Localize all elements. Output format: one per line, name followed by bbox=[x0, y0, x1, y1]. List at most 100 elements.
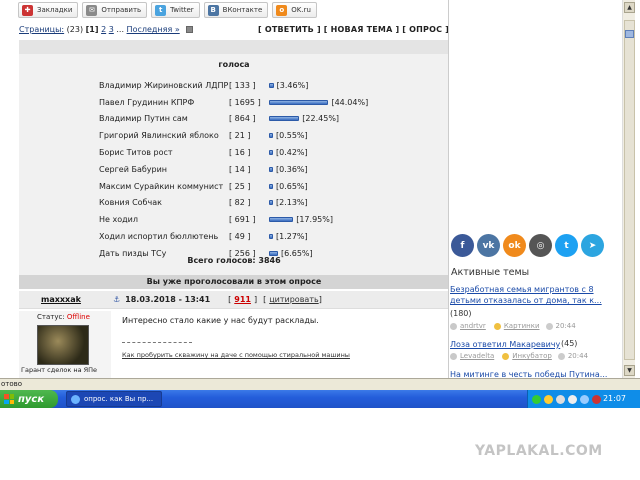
post-body: Интересно стало какие у нас будут раскла… bbox=[122, 316, 319, 325]
vertical-scrollbar[interactable]: ▲ ▼ bbox=[622, 0, 635, 378]
vk-icon[interactable]: vk bbox=[477, 234, 500, 257]
topic-author[interactable]: andrtvr bbox=[460, 322, 486, 330]
poll-option-name: Владимир Жириновский ЛДПР bbox=[99, 80, 229, 90]
browser-icon bbox=[71, 394, 80, 404]
last-page-link[interactable]: Последняя » bbox=[127, 25, 180, 34]
poll-option-count: [ 133 ] bbox=[229, 80, 256, 90]
browser-statusbar: отово bbox=[0, 378, 640, 390]
topic-link[interactable]: На митинге в честь победы Путина... bbox=[450, 369, 608, 378]
status-value: Offline bbox=[66, 313, 90, 321]
tray-volume-icon[interactable] bbox=[568, 394, 577, 404]
jump-page-icon[interactable] bbox=[186, 26, 194, 33]
poll-option-bar bbox=[269, 200, 273, 206]
topic-category[interactable]: Инкубатор bbox=[512, 352, 552, 360]
page-link-2[interactable]: 2 bbox=[101, 25, 106, 34]
sidebar: f vk ok ◎ t ➤ Активные темы Безработная семья… bbox=[449, 0, 609, 378]
windows-logo-icon bbox=[4, 394, 14, 404]
poll-option-row: Сергей Бабурин [ 14 ] [0.36%] bbox=[99, 161, 368, 178]
scroll-track[interactable] bbox=[624, 20, 635, 360]
poll-option-count: [ 49 ] bbox=[229, 232, 251, 242]
instagram-icon[interactable]: ◎ bbox=[529, 234, 552, 257]
poll-option-percent: [0.42%] bbox=[276, 148, 308, 158]
poll-option-name: Ходил испортил бюллютень bbox=[99, 232, 219, 242]
poll-option-row: Павел Грудинин КПРФ [ 1695 ] [44.04%] bbox=[99, 94, 368, 111]
topic-meta: andrtvr Картинки 20:44 bbox=[450, 322, 576, 330]
tray-network-icon[interactable] bbox=[532, 394, 541, 404]
tray-security-icon[interactable] bbox=[592, 394, 601, 404]
system-tray: 21:07 bbox=[527, 390, 640, 408]
poll-option-name: Григорий Явлинский яблоко bbox=[99, 131, 219, 141]
social-icons: f vk ok ◎ t ➤ bbox=[451, 234, 604, 257]
twitter-share-button[interactable]: t Twitter bbox=[151, 2, 200, 18]
ok-share-button[interactable]: o OK.ru bbox=[272, 2, 317, 18]
pagination: Страницы: (23) [1] 2 3 ... Последняя » bbox=[19, 25, 194, 37]
poll-options: Владимир Жириновский ЛДПР[ 133 ] [3.46%] П… bbox=[99, 77, 368, 262]
topic-time: 20:44 bbox=[567, 352, 589, 360]
poll-option-name: Борис Титов рост bbox=[99, 148, 173, 158]
poll-option-name: Владимир Путин сам bbox=[99, 114, 188, 124]
poll-option-percent: [17.95%] bbox=[296, 215, 333, 225]
bookmarks-button[interactable]: ✚ Закладки bbox=[18, 2, 79, 18]
twitter-icon[interactable]: t bbox=[555, 234, 578, 257]
poll-option-percent: [44.04%] bbox=[331, 97, 369, 107]
start-button[interactable]: пуск bbox=[0, 390, 58, 408]
poll-option-bar bbox=[269, 116, 300, 122]
voted-notice: Вы уже проголосовали в этом опросе bbox=[19, 275, 449, 289]
quote-link[interactable]: цитировать bbox=[269, 295, 318, 304]
poll-option-percent: [22.45%] bbox=[302, 114, 340, 124]
poll-option-count: [ 14 ] bbox=[229, 164, 251, 174]
topic-author[interactable]: Levadelta bbox=[460, 352, 494, 360]
pages-label[interactable]: Страницы: bbox=[19, 25, 64, 34]
taskbar-clock[interactable]: 21:07 bbox=[603, 394, 626, 403]
poll-option-count: [ 691 ] bbox=[229, 215, 256, 225]
topic-link[interactable]: Безработная семья мигрантов с 8 детьми о… bbox=[450, 284, 608, 306]
rating-bracket-close: ] bbox=[253, 295, 258, 304]
tray-update-icon[interactable] bbox=[556, 394, 565, 404]
poll-option-bar bbox=[269, 183, 273, 189]
share-label: Закладки bbox=[37, 6, 73, 14]
post-anchor-icon[interactable]: ⚓ bbox=[113, 295, 120, 304]
share-label: Twitter bbox=[170, 6, 194, 14]
scroll-up-arrow-icon[interactable]: ▲ bbox=[624, 2, 635, 13]
vk-share-button[interactable]: B ВКонтакте bbox=[203, 2, 269, 18]
poll-option-row: Не ходил [ 691 ] [17.95%] bbox=[99, 211, 368, 228]
topic-time: 20:44 bbox=[555, 322, 576, 330]
scroll-down-arrow-icon[interactable]: ▼ bbox=[624, 365, 635, 376]
topic-category[interactable]: Картинки bbox=[504, 322, 540, 330]
topic-meta: Levadelta Инкубатор 20:44 bbox=[450, 352, 588, 360]
user-icon bbox=[450, 352, 457, 360]
post-rating[interactable]: 911 bbox=[234, 295, 251, 304]
taskbar-window-button[interactable]: опрос. как Вы пр... bbox=[66, 391, 162, 407]
odnoklassniki-icon[interactable]: ok bbox=[503, 234, 526, 257]
tray-display-icon[interactable] bbox=[580, 394, 589, 404]
folder-icon bbox=[493, 322, 501, 330]
post-meta: ⚓ 18.03.2018 - 13:41 [ 911 ] [ цитироват… bbox=[113, 295, 322, 304]
quote-bracket-open: [ bbox=[263, 295, 267, 304]
telegram-icon[interactable]: ➤ bbox=[581, 234, 604, 257]
page-link-3[interactable]: 3 bbox=[109, 25, 114, 34]
topic-reply-count: (45) bbox=[561, 339, 578, 348]
author-title: Гарант сделок на ЯПе bbox=[21, 366, 98, 374]
rating-bracket-open: [ bbox=[228, 295, 232, 304]
thread-actions[interactable]: [ ОТВЕТИТЬ ] [ НОВАЯ ТЕМА ] [ ОПРОС ] bbox=[258, 25, 449, 37]
vk-icon: B bbox=[207, 4, 219, 16]
poll-option-count: [ 82 ] bbox=[229, 198, 251, 208]
scroll-thumb[interactable] bbox=[625, 30, 634, 38]
send-button[interactable]: ✉ Отправить bbox=[82, 2, 148, 18]
clock-icon bbox=[545, 322, 553, 330]
poll-option-count: [ 16 ] bbox=[229, 148, 251, 158]
mail-icon: ✉ bbox=[86, 4, 98, 16]
current-page: [1] bbox=[85, 25, 99, 34]
poll-option-row: Ходил испортил бюллютень [ 49 ] [1.27%] bbox=[99, 228, 368, 245]
topic-link[interactable]: Лоза ответил Макаревичу bbox=[450, 339, 560, 350]
taskbar-window-title: опрос. как Вы пр... bbox=[84, 395, 154, 403]
post-header: maxxxak ⚓ 18.03.2018 - 13:41 [ 911 ] [ ц… bbox=[19, 291, 449, 309]
signature-link[interactable]: Как пробурить скважину на даче с помощью… bbox=[122, 351, 350, 359]
pagination-row: Страницы: (23) [1] 2 3 ... Последняя » [… bbox=[19, 25, 449, 37]
share-label: OK.ru bbox=[291, 6, 311, 14]
tray-antivirus-icon[interactable] bbox=[544, 394, 553, 404]
facebook-icon[interactable]: f bbox=[451, 234, 474, 257]
bookmark-icon: ✚ bbox=[22, 4, 33, 16]
post-author[interactable]: maxxxak bbox=[41, 295, 81, 304]
avatar[interactable] bbox=[37, 325, 89, 365]
